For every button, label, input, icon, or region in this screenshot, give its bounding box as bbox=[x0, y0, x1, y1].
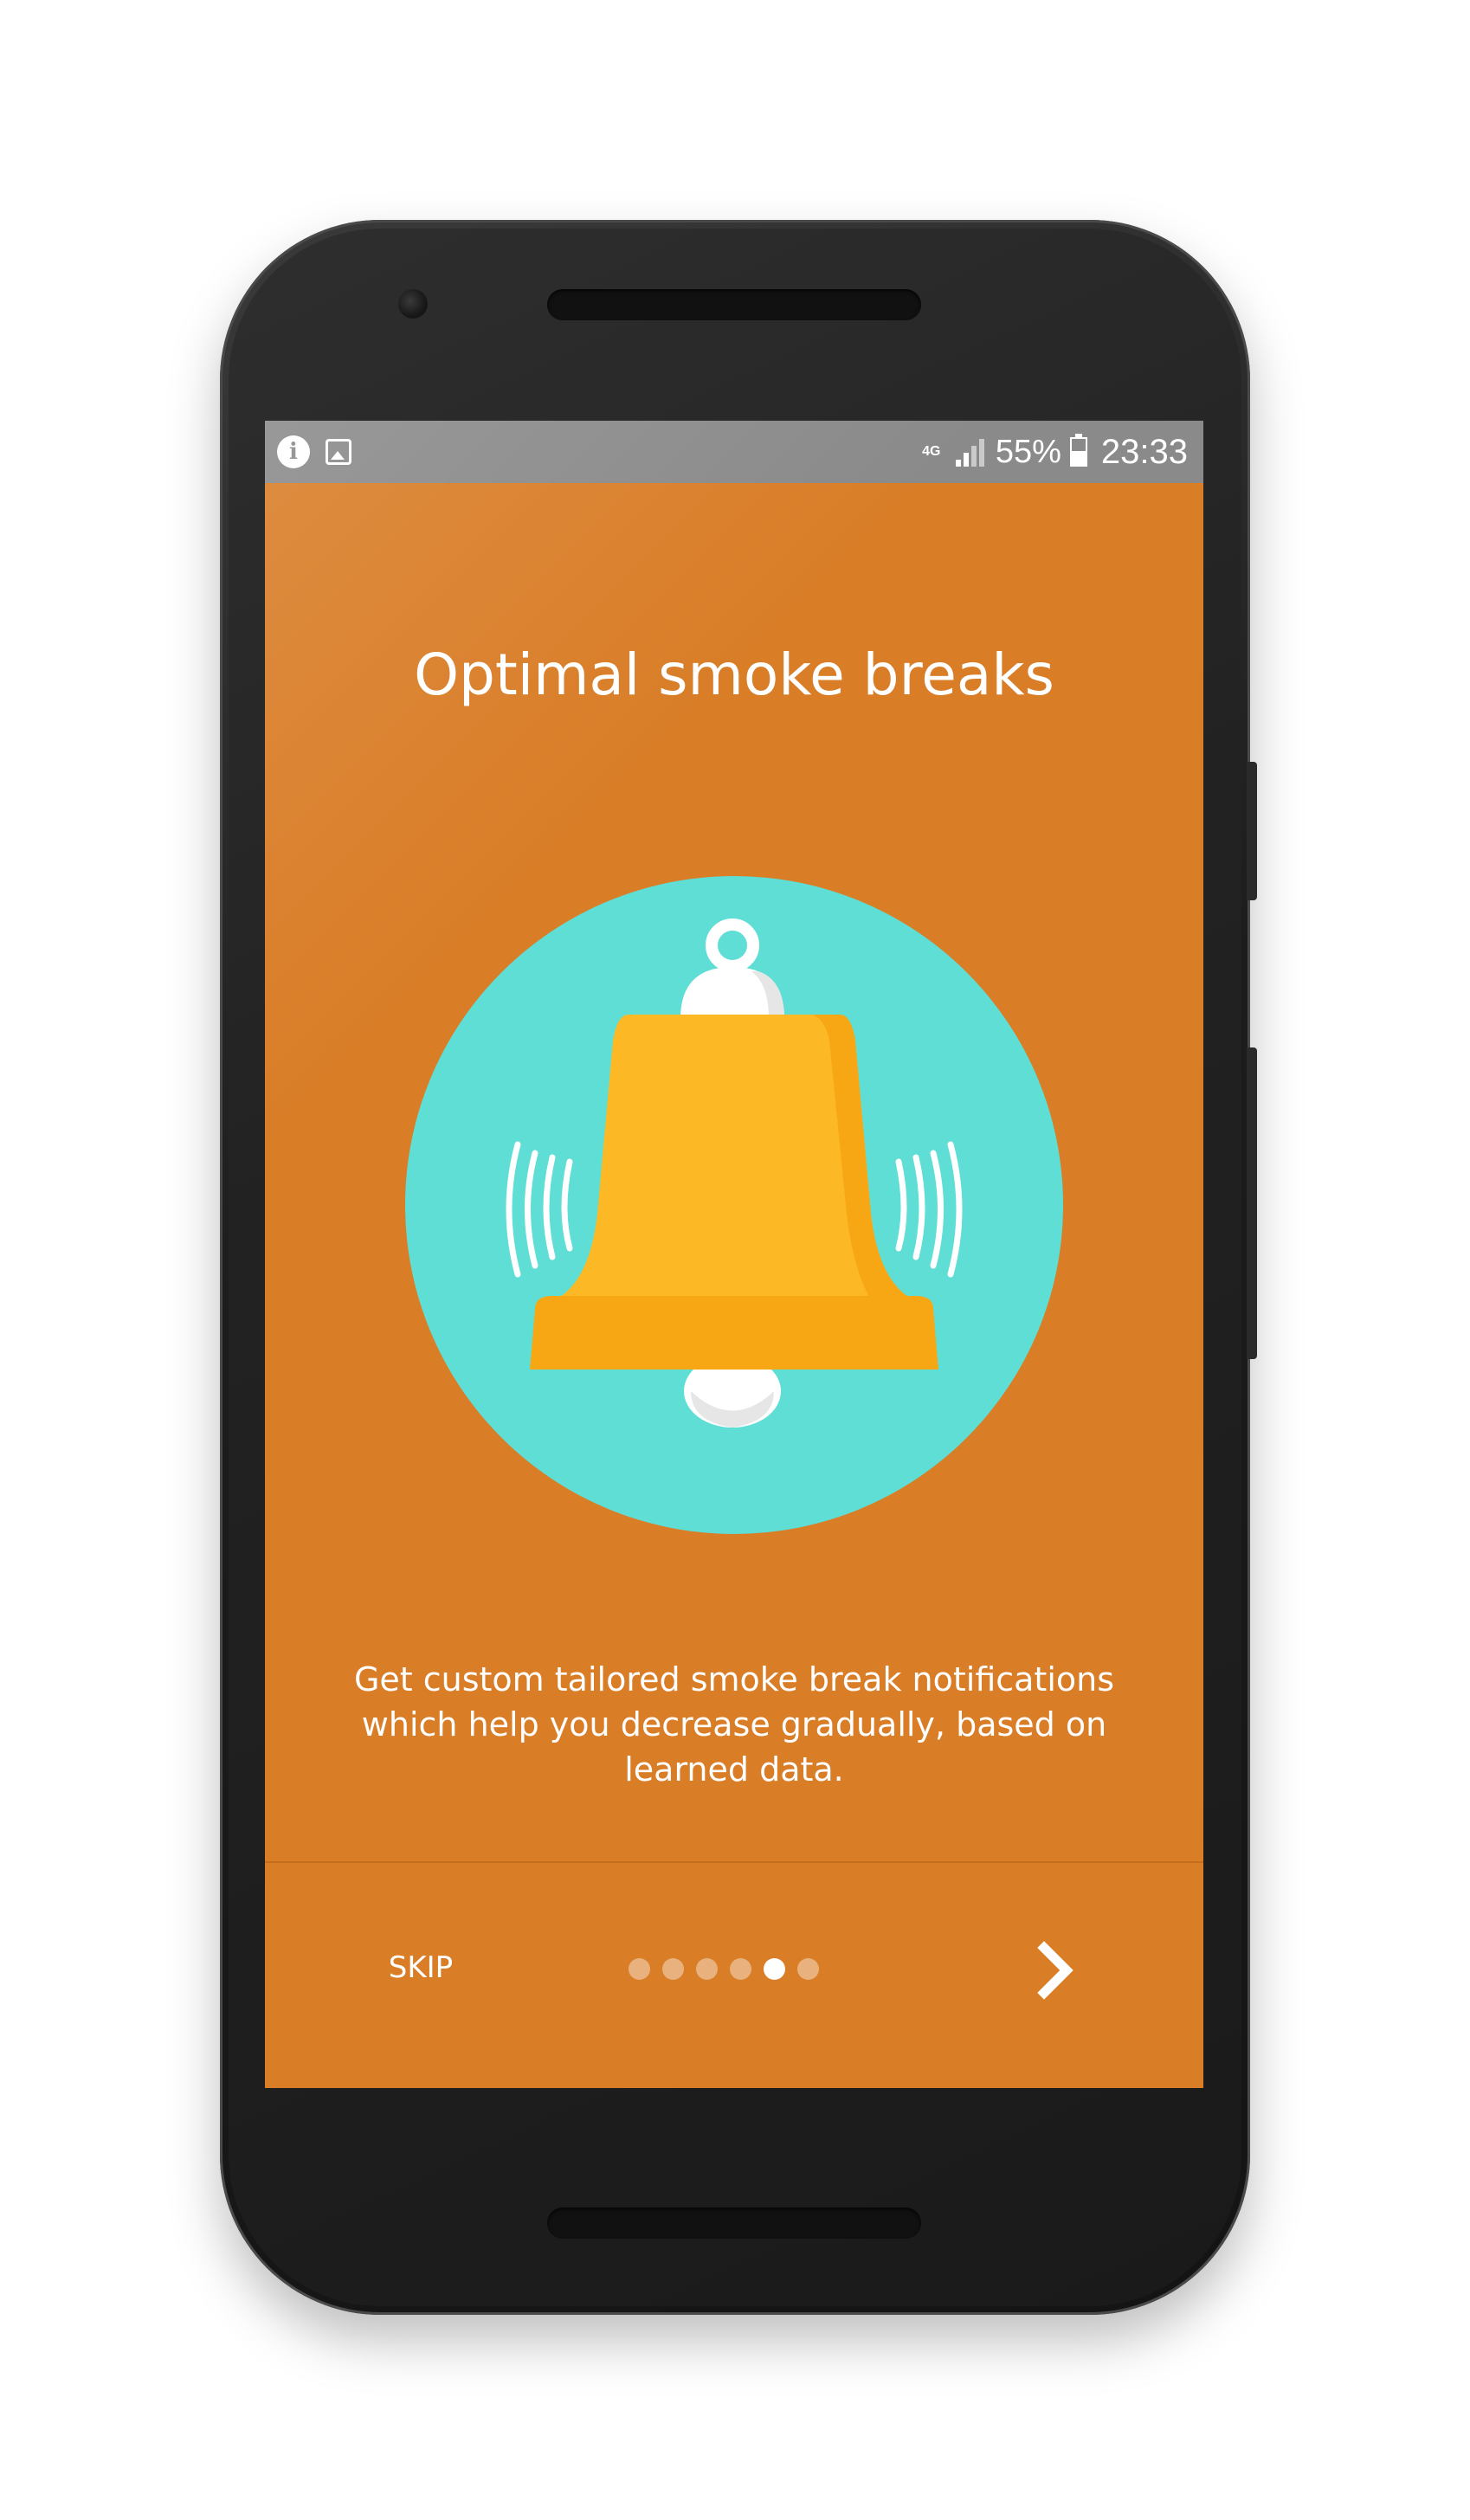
bell-illustration bbox=[405, 876, 1063, 1534]
page-dot-active bbox=[764, 1957, 785, 1980]
power-button bbox=[1247, 762, 1257, 900]
network-type-label: 4G bbox=[922, 444, 941, 459]
image-icon bbox=[326, 439, 351, 465]
volume-button bbox=[1247, 1047, 1257, 1359]
info-icon: i bbox=[277, 435, 310, 468]
status-bar-notifications: i bbox=[277, 435, 351, 469]
page-dot bbox=[730, 1957, 751, 1980]
page-indicator bbox=[629, 1956, 819, 1981]
chevron-right-icon bbox=[1037, 1941, 1073, 2000]
battery-icon bbox=[1069, 434, 1087, 467]
status-bar-system: 4G 55% 23:33 bbox=[919, 431, 1188, 473]
next-button[interactable] bbox=[1008, 1922, 1103, 2017]
status-bar: i 4G 55% 23:33 bbox=[265, 421, 1203, 483]
status-clock: 23:33 bbox=[1100, 433, 1188, 471]
bottom-speaker-grille bbox=[547, 2207, 921, 2239]
skip-button[interactable]: SKIP bbox=[360, 1937, 481, 1998]
app-screen: i 4G 55% 23:33 Optimal smoke breaks Get … bbox=[265, 421, 1203, 2088]
battery-percent: 55% bbox=[995, 434, 1061, 470]
page-dot bbox=[696, 1957, 718, 1980]
signal-icon bbox=[952, 437, 987, 467]
page-dot bbox=[797, 1957, 819, 1980]
page-title: Optimal smoke breaks bbox=[414, 641, 1054, 708]
device-stage: i 4G 55% 23:33 Optimal smoke breaks Get … bbox=[0, 0, 1470, 2520]
page-description: Get custom tailored smoke break notifica… bbox=[353, 1660, 1115, 1788]
front-camera bbox=[398, 289, 428, 319]
top-speaker-grille bbox=[547, 289, 921, 320]
page-dot bbox=[629, 1957, 650, 1980]
onboarding-nav: SKIP bbox=[265, 1863, 1203, 2088]
bell-rim bbox=[530, 1296, 938, 1370]
page-dot bbox=[662, 1957, 684, 1980]
